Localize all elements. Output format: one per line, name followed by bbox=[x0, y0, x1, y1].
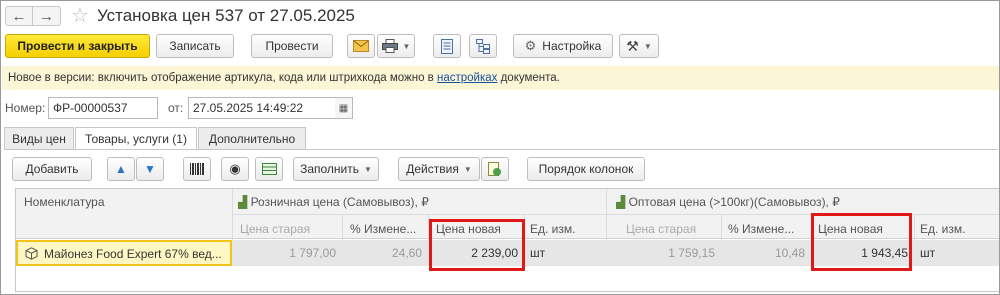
column-retail-unit[interactable]: Ед. изм. bbox=[530, 222, 575, 236]
tab-additional[interactable]: Дополнительно bbox=[198, 127, 306, 149]
product-name: Майонез Food Expert 67% вед... bbox=[44, 247, 222, 261]
printer-icon bbox=[381, 39, 398, 53]
retail-change-cell[interactable]: 24,60 bbox=[342, 240, 428, 266]
table-icon bbox=[261, 163, 277, 175]
hierarchy-icon bbox=[476, 38, 490, 54]
actions-button[interactable]: Действия ▼ bbox=[398, 157, 480, 181]
settings-link[interactable]: настройках bbox=[437, 72, 497, 84]
nomenclature-cell[interactable]: Майонез Food Expert 67% вед... bbox=[16, 240, 232, 266]
retail-unit-cell[interactable]: шт bbox=[530, 240, 606, 266]
move-down-button[interactable]: ▼ bbox=[136, 157, 164, 181]
arrow-right-icon: → bbox=[39, 7, 54, 25]
wholesale-price-group-header[interactable]: ▟ Оптовая цена (>100кг)(Самовывоз), ₽ bbox=[616, 195, 840, 209]
post-button[interactable]: Провести bbox=[251, 34, 333, 58]
price-list-button[interactable] bbox=[255, 157, 283, 181]
wholesale-unit-cell[interactable]: шт bbox=[920, 240, 999, 266]
add-button[interactable]: Добавить bbox=[12, 157, 92, 181]
date-label: от: bbox=[168, 101, 184, 115]
wholesale-old-price-cell[interactable]: 1 759,15 bbox=[606, 240, 721, 266]
barcode-icon bbox=[190, 163, 204, 175]
wholesale-change-cell[interactable]: 10,48 bbox=[721, 240, 811, 266]
date-field[interactable]: 27.05.2025 14:49:22 bbox=[188, 97, 336, 119]
calendar-icon: ▦ bbox=[338, 102, 349, 114]
chevron-down-icon: ▼ bbox=[364, 164, 372, 174]
retail-old-price-cell[interactable]: 1 797,00 bbox=[232, 240, 342, 266]
post-and-close-button[interactable]: Провести и закрыть bbox=[5, 34, 150, 58]
highlight-retail-new-price bbox=[429, 219, 525, 271]
wholesale-group-label: Оптовая цена (>100кг)(Самовывоз), ₽ bbox=[628, 195, 840, 209]
email-button[interactable] bbox=[347, 34, 375, 58]
arrow-down-icon: ▼ bbox=[144, 162, 156, 176]
info-text: Новое в версии: включить отображение арт… bbox=[8, 72, 437, 84]
reprice-button[interactable] bbox=[481, 157, 509, 181]
chevron-down-icon: ▼ bbox=[402, 41, 411, 51]
settings-label: Настройка bbox=[542, 39, 602, 53]
product-box-icon bbox=[25, 247, 38, 260]
view-button[interactable]: ◉ bbox=[221, 157, 249, 181]
chevron-down-icon: ▼ bbox=[463, 164, 472, 174]
column-nomenclature[interactable]: Номенклатура bbox=[24, 195, 105, 209]
page-title: Установка цен 537 от 27.05.2025 bbox=[96, 6, 355, 25]
column-wholesale-old-price[interactable]: Цена старая bbox=[626, 222, 696, 236]
number-label: Номер: bbox=[5, 101, 46, 115]
info-message-bar: Новое в версии: включить отображение арт… bbox=[2, 66, 999, 90]
number-field[interactable]: ФР-00000537 bbox=[48, 97, 158, 119]
column-order-button[interactable]: Порядок колонок bbox=[527, 157, 645, 181]
tools-button[interactable]: ⚒ ▼ bbox=[619, 34, 659, 58]
fill-label: Заполнить bbox=[300, 162, 359, 176]
column-retail-old-price[interactable]: Цена старая bbox=[240, 222, 310, 236]
calendar-button[interactable]: ▦ bbox=[335, 97, 353, 119]
back-button[interactable]: ← bbox=[5, 6, 33, 26]
retail-group-label: Розничная цена (Самовывоз), ₽ bbox=[250, 195, 429, 209]
arrow-up-icon: ▲ bbox=[115, 162, 127, 176]
retail-price-group-header[interactable]: ▟ Розничная цена (Самовывоз), ₽ bbox=[238, 195, 429, 209]
print-button[interactable]: ▼ bbox=[377, 34, 415, 58]
chevron-down-icon: ▼ bbox=[643, 41, 652, 51]
move-up-button[interactable]: ▲ bbox=[107, 157, 135, 181]
actions-label: Действия bbox=[406, 162, 459, 176]
favorite-star-icon[interactable]: ☆ bbox=[71, 6, 89, 26]
forward-button[interactable]: → bbox=[33, 6, 61, 26]
tab-goods-services[interactable]: Товары, услуги (1) bbox=[75, 127, 197, 150]
structure-button[interactable] bbox=[433, 34, 461, 58]
column-wholesale-change[interactable]: % Измене... bbox=[728, 222, 812, 236]
envelope-icon bbox=[353, 40, 369, 52]
highlight-wholesale-new-price bbox=[811, 213, 912, 271]
fill-button[interactable]: Заполнить ▼ bbox=[293, 157, 379, 181]
column-wholesale-unit[interactable]: Ед. изм. bbox=[920, 222, 965, 236]
price-type-icon: ▟ bbox=[616, 195, 626, 209]
related-documents-button[interactable] bbox=[469, 34, 497, 58]
price-type-icon: ▟ bbox=[238, 195, 248, 209]
refresh-document-icon bbox=[488, 161, 501, 176]
document-window: ← → ☆ Установка цен 537 от 27.05.2025 Пр… bbox=[0, 0, 1000, 295]
eye-icon: ◉ bbox=[229, 161, 241, 176]
save-button[interactable]: Записать bbox=[156, 34, 234, 58]
tools-icon: ⚒ bbox=[626, 37, 639, 54]
column-retail-change[interactable]: % Измене... bbox=[350, 222, 434, 236]
document-list-icon bbox=[441, 38, 453, 54]
arrow-left-icon: ← bbox=[11, 7, 27, 25]
barcode-button[interactable] bbox=[183, 157, 211, 181]
gear-icon: ⚙ bbox=[524, 38, 537, 53]
settings-button[interactable]: ⚙ Настройка bbox=[513, 34, 613, 58]
title-row: ← → ☆ Установка цен 537 от 27.05.2025 bbox=[5, 5, 355, 27]
tab-price-types[interactable]: Виды цен bbox=[4, 127, 74, 149]
info-text-end: документа. bbox=[497, 72, 560, 84]
